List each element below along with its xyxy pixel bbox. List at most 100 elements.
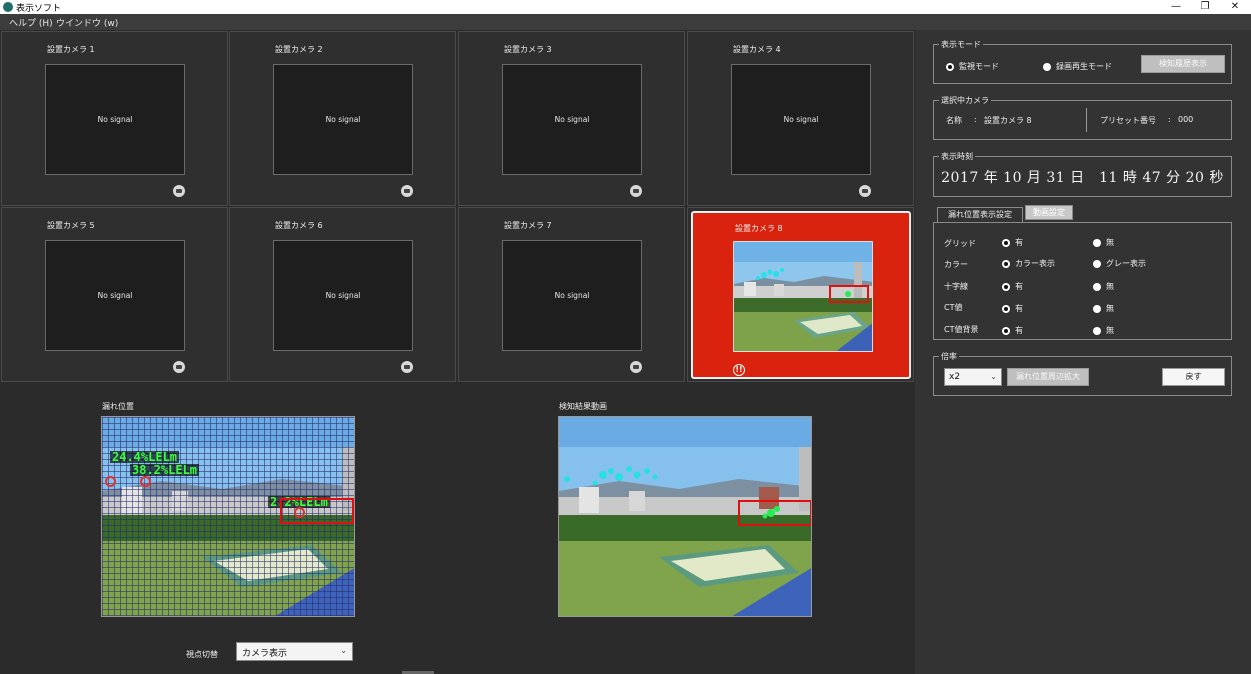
detection-video-view[interactable] <box>558 416 812 617</box>
color-on-radio[interactable]: カラー表示 <box>1002 258 1055 269</box>
view-switch-label: 視点切替 <box>186 650 218 659</box>
leak-marker[interactable] <box>105 476 116 487</box>
radio-label: 無 <box>1106 238 1114 247</box>
menu-help[interactable]: ヘルプ (H) <box>9 16 53 29</box>
radio-label: 録画再生モード <box>1056 62 1112 71</box>
mode-playback-radio[interactable]: 録画再生モード <box>1043 61 1112 72</box>
no-signal-text: No signal <box>325 291 361 300</box>
leak-marker[interactable] <box>140 476 151 487</box>
radio-label: カラー表示 <box>1015 259 1055 268</box>
leak-position-view[interactable]: 24.4%LELm 38.2%LELm 2.2%LELm <box>101 416 355 617</box>
camera-label: 設置カメラ 1 <box>47 45 95 54</box>
camera-icon[interactable] <box>173 361 185 373</box>
selected-camera-title: 選択中カメラ <box>939 95 991 106</box>
camera-tile-7[interactable]: 設置カメラ 7 No signal <box>458 207 685 382</box>
setting-label-grid: グリッド <box>944 239 976 248</box>
radio-dot <box>1093 238 1101 247</box>
detection-history-button[interactable]: 検知履歴表示 <box>1141 55 1225 73</box>
ct-bg-on-radio[interactable]: 有 <box>1002 325 1023 336</box>
no-signal-text: No signal <box>97 115 133 124</box>
alert-frame: 設置カメラ 8 !! <box>691 211 911 379</box>
camera-screen: No signal <box>273 64 413 175</box>
selected-camera-group: 選択中カメラ 名称 : 設置カメラ 8 プリセット番号 : 000 <box>933 95 1232 140</box>
crosshair-off-radio[interactable]: 無 <box>1093 281 1114 292</box>
camera-screen: No signal <box>45 64 185 175</box>
detail-area: 漏れ位置 24.4%LELm 38.2%LELm 2.2%LELm 検知結果動画 <box>0 383 915 674</box>
view-switch-select[interactable]: カメラ表示 ⌄ <box>236 642 353 661</box>
ct-off-radio[interactable]: 無 <box>1093 303 1114 314</box>
camera-tile-5[interactable]: 設置カメラ 5 No signal <box>1 207 228 382</box>
setting-label-ct: CT値 <box>944 303 963 312</box>
camera-tile-8[interactable]: 設置カメラ 8 !! <box>687 207 914 382</box>
camera-icon[interactable] <box>859 185 871 197</box>
maximize-button[interactable]: ❐ <box>1191 0 1219 14</box>
camera-icon[interactable] <box>630 185 642 197</box>
no-signal-text: No signal <box>554 291 590 300</box>
setting-label-color: カラー <box>944 260 968 269</box>
lel-reading: 24.4%LELm <box>110 450 180 464</box>
tab-leak-position-settings[interactable]: 漏れ位置表示設定 <box>937 207 1023 222</box>
setting-label-crosshair: 十字線 <box>944 282 968 291</box>
no-signal-text: No signal <box>325 115 361 124</box>
no-signal-text: No signal <box>97 291 133 300</box>
camera-tile-6[interactable]: 設置カメラ 6 No signal <box>229 207 456 382</box>
camera-tile-2[interactable]: 設置カメラ 2 No signal <box>229 31 456 206</box>
radio-label: 有 <box>1015 282 1023 291</box>
view-switch-value: カメラ表示 <box>242 649 288 659</box>
grid-off-radio[interactable]: 無 <box>1093 237 1114 248</box>
magnification-value: x2 <box>949 372 961 382</box>
camera-tile-1[interactable]: 設置カメラ 1 No signal <box>1 31 228 206</box>
tab-video-settings[interactable]: 動画設定 <box>1025 205 1073 220</box>
detection-video-title: 検知結果動画 <box>559 402 607 411</box>
window-title: 表示ソフト <box>16 4 62 14</box>
camera-icon[interactable] <box>173 185 185 197</box>
camera-icon[interactable] <box>630 361 642 373</box>
camera-tile-3[interactable]: 設置カメラ 3 No signal <box>458 31 685 206</box>
back-button[interactable]: 戻す <box>1162 368 1225 386</box>
radio-label: 無 <box>1106 326 1114 335</box>
camera-feed <box>733 241 873 352</box>
minimize-button[interactable]: — <box>1162 0 1190 14</box>
radio-dot <box>1002 326 1010 335</box>
lel-reading: 38.2%LELm <box>130 463 200 477</box>
no-signal-text: No signal <box>554 115 590 124</box>
camera-tile-4[interactable]: 設置カメラ 4 No signal <box>687 31 914 206</box>
display-mode-title: 表示モード <box>939 39 983 50</box>
mode-monitor-radio[interactable]: 監視モード <box>946 61 999 72</box>
ct-on-radio[interactable]: 有 <box>1002 303 1023 314</box>
radio-dot <box>1093 282 1101 291</box>
camera-8-scene <box>734 242 872 351</box>
grid-on-radio[interactable]: 有 <box>1002 237 1023 248</box>
magnification-title: 倍率 <box>939 351 959 362</box>
crosshair-on-radio[interactable]: 有 <box>1002 281 1023 292</box>
camera-icon[interactable] <box>401 185 413 197</box>
camera-icon[interactable] <box>401 361 413 373</box>
settings-panel: グリッド 有 無 カラー カラー表示 グレー表示 十字線 有 無 CT値 有 無… <box>933 222 1232 340</box>
ct-bg-off-radio[interactable]: 無 <box>1093 325 1114 336</box>
detection-box <box>280 498 354 524</box>
camera-label: 設置カメラ 4 <box>733 45 781 54</box>
radio-label: 有 <box>1015 326 1023 335</box>
close-button[interactable]: ✕ <box>1221 0 1249 14</box>
preset-value: 000 <box>1178 115 1194 124</box>
radio-label: 有 <box>1015 238 1023 247</box>
camera-screen: No signal <box>731 64 871 175</box>
magnification-select[interactable]: x2 ⌄ <box>944 368 1002 386</box>
menu-window[interactable]: ウインドウ (w) <box>56 16 118 29</box>
zoom-leak-area-button[interactable]: 漏れ位置周辺拡大 <box>1007 368 1089 386</box>
camera-label: 設置カメラ 3 <box>504 45 552 54</box>
display-time-value: 2017 年 10 月 31 日 11 時 47 分 20 秒 <box>941 170 1224 186</box>
camera-screen: No signal <box>502 64 642 175</box>
title-bar: 表示ソフト — ❐ ✕ <box>0 0 1251 14</box>
setting-label-ct-bg: CT値背景 <box>944 325 979 334</box>
app-icon <box>3 2 13 12</box>
color-gray-radio[interactable]: グレー表示 <box>1093 258 1146 269</box>
radio-label: 無 <box>1106 282 1114 291</box>
divider <box>1086 108 1087 132</box>
camera-label: 設置カメラ 6 <box>275 221 323 230</box>
alert-icon[interactable]: !! <box>733 364 745 376</box>
radio-dot <box>1002 282 1010 291</box>
preset-separator: : <box>1168 115 1171 124</box>
radio-dot <box>1043 62 1051 71</box>
menu-bar: ヘルプ (H) ウインドウ (w) <box>0 14 1251 30</box>
